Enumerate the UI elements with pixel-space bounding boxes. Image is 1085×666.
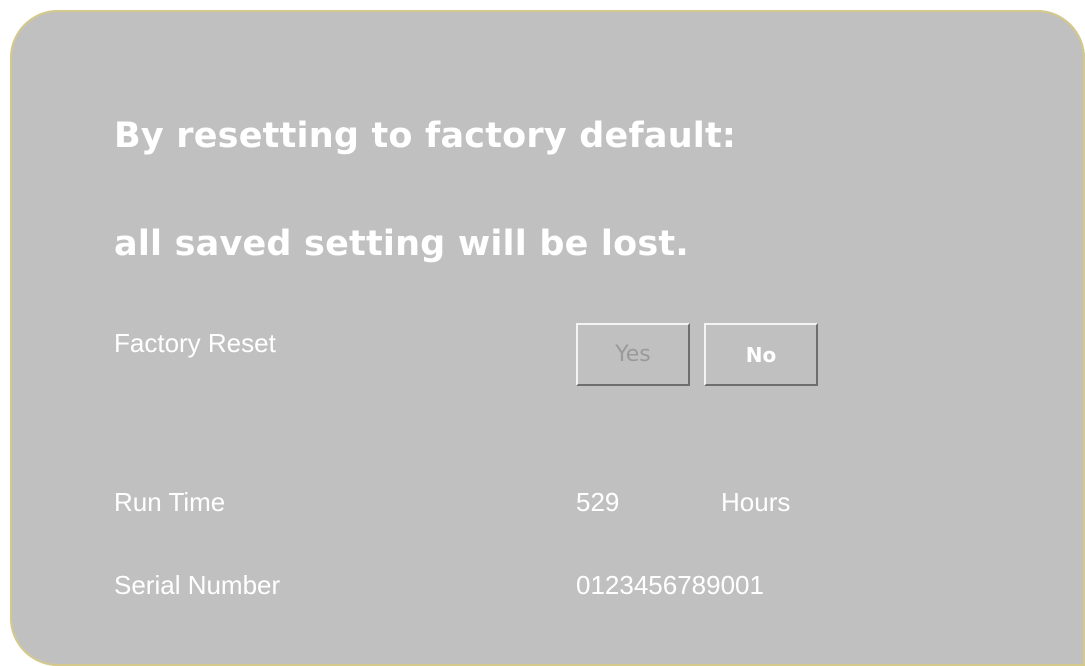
run-time-value: 529 [576, 487, 620, 517]
no-button[interactable]: No [704, 323, 818, 386]
serial-number-value: 0123456789001 [576, 570, 764, 600]
yes-button-label: Yes [615, 342, 651, 367]
warning-heading-line-2: all saved setting will be lost. [114, 224, 689, 264]
factory-reset-panel: By resetting to factory default: all sav… [10, 10, 1085, 666]
run-time-label: Run Time [114, 487, 226, 517]
serial-number-label: Serial Number [114, 570, 281, 600]
yes-button[interactable]: Yes [576, 323, 690, 386]
factory-reset-label: Factory Reset [114, 328, 276, 358]
run-time-unit: Hours [721, 487, 791, 517]
no-button-label: No [745, 342, 777, 367]
warning-heading-line-1: By resetting to factory default: [114, 116, 737, 156]
